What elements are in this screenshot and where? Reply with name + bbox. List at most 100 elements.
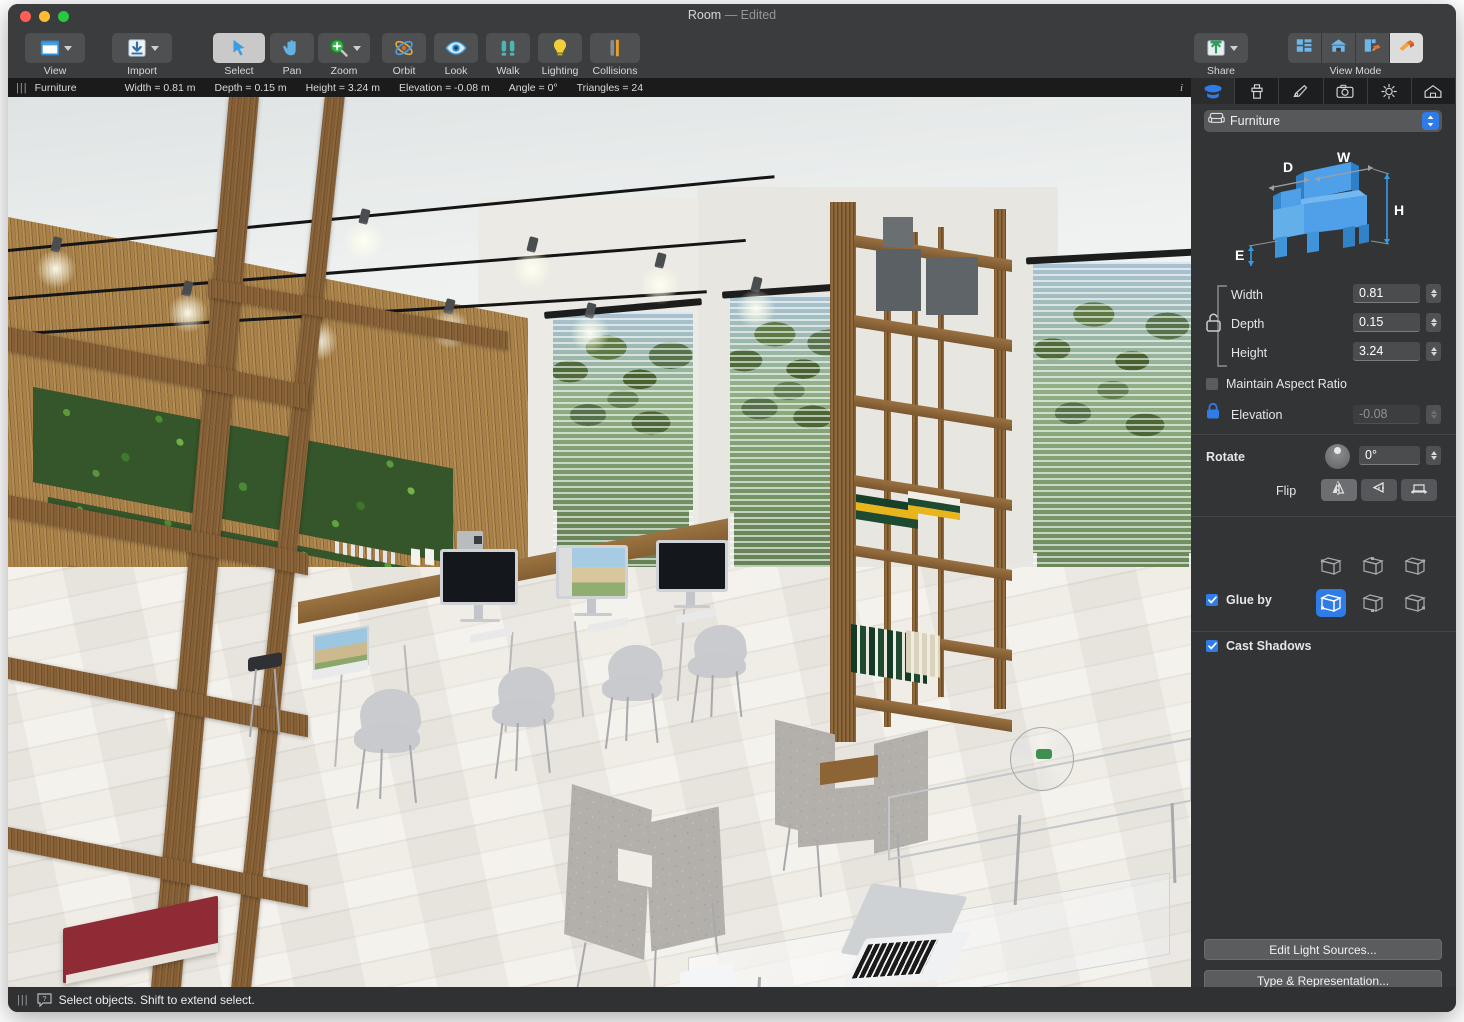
monitor-screen-sidebar [559, 548, 572, 596]
toolbar-item-view[interactable]: View [25, 33, 85, 77]
diagram-label-depth: D [1283, 159, 1293, 175]
chevron-down-icon[interactable] [151, 46, 159, 51]
maintain-aspect-ratio-row[interactable]: Maintain Aspect Ratio [1206, 373, 1347, 394]
toolbar-label-walk: Walk [497, 65, 520, 77]
view-mode-solid[interactable] [1322, 33, 1356, 63]
document-edited-state: Edited [741, 8, 776, 22]
view-mode-rendered[interactable] [1390, 33, 1423, 63]
category-popup-button[interactable]: Furniture [1204, 110, 1442, 132]
flip-vertical-icon [1370, 480, 1388, 501]
collisions-icon [604, 37, 626, 59]
glue-option-bottom-right[interactable] [1400, 589, 1430, 617]
height-stepper[interactable] [1426, 342, 1441, 361]
toolbar-item-import[interactable]: Import [112, 33, 172, 77]
glue-option-bottom-center[interactable] [1358, 589, 1388, 617]
toolbar-item-share[interactable]: Share [1194, 33, 1248, 77]
toolbar-item-collisions[interactable]: Collisions [590, 33, 640, 77]
flip-horizontal-button[interactable] [1321, 479, 1357, 501]
edit-light-sources-button[interactable]: Edit Light Sources... [1204, 939, 1442, 960]
category-popup-value: Furniture [1230, 114, 1280, 128]
monitor-3 [656, 540, 728, 592]
import-icon [126, 37, 148, 59]
elevation-field: -0.08 [1353, 405, 1420, 424]
separator [1191, 516, 1456, 517]
elevation-label: Elevation [1231, 408, 1282, 422]
depth-label: Depth [1231, 317, 1264, 331]
rotate-knob[interactable] [1325, 444, 1350, 469]
toolbar-item-zoom[interactable]: Zoom [318, 33, 370, 77]
elevation-row: Elevation [1231, 404, 1282, 425]
grip-icon[interactable]: ||| [16, 82, 28, 94]
toolbar-item-pan[interactable]: Pan [270, 33, 314, 77]
info-button[interactable]: i [1180, 82, 1183, 94]
info-field-width: Width = 0.81 m [125, 82, 196, 94]
rendered-icon [1397, 37, 1416, 59]
chevron-down-icon[interactable] [64, 46, 72, 51]
width-field[interactable]: 0.81 [1353, 284, 1420, 303]
tab-room[interactable] [1412, 78, 1456, 104]
tab-annotate[interactable] [1279, 78, 1323, 104]
chevron-down-icon[interactable] [353, 46, 361, 51]
chevron-down-icon[interactable] [1230, 46, 1238, 51]
cast-shadows-checkbox[interactable] [1206, 640, 1218, 652]
monitor-stand [686, 592, 695, 605]
monitor-stand [587, 599, 596, 613]
light-glow [570, 313, 610, 353]
selected-object-outline [828, 200, 1010, 745]
toolbar-label-lighting: Lighting [542, 65, 579, 77]
toolbar-item-lighting[interactable]: Lighting [538, 33, 582, 77]
height-label: Height [1231, 346, 1267, 360]
cursor-icon [228, 37, 250, 59]
dimension-row-width: Width [1231, 284, 1263, 305]
width-label: Width [1231, 288, 1263, 302]
toolbar-item-orbit[interactable]: Orbit [382, 33, 426, 77]
glue-by-row[interactable]: Glue by [1206, 589, 1272, 610]
glue-option-top-center[interactable] [1358, 552, 1388, 580]
view-mode-shaded[interactable] [1356, 33, 1390, 63]
popup-stepper-icon[interactable] [1422, 112, 1439, 130]
separator [1191, 631, 1456, 632]
tab-material[interactable] [1235, 78, 1279, 104]
furniture-dimension-diagram: D W H [1191, 138, 1456, 273]
maintain-aspect-ratio-checkbox[interactable] [1206, 378, 1218, 390]
glue-by-checkbox[interactable] [1206, 594, 1218, 606]
view-mode-wireframe[interactable] [1288, 33, 1322, 63]
maintain-aspect-ratio-label: Maintain Aspect Ratio [1226, 377, 1347, 391]
solid-icon [1329, 37, 1348, 59]
diagram-label-height: H [1394, 202, 1404, 218]
cast-shadows-row[interactable]: Cast Shadows [1206, 635, 1311, 656]
object-icon [1203, 83, 1223, 100]
rotate-field[interactable]: 0° [1359, 446, 1420, 465]
paper-cup-1 [411, 548, 420, 565]
magnifier-plus-icon [328, 37, 350, 59]
glue-option-bottom-left[interactable] [1316, 589, 1346, 617]
diagram-label-elevation: E [1235, 247, 1244, 263]
toolbar-label-share: Share [1207, 65, 1235, 77]
inspector-tab-bar [1191, 78, 1456, 104]
depth-stepper[interactable] [1426, 313, 1441, 332]
toolbar-item-look[interactable]: Look [434, 33, 478, 77]
app-window: Room — Edited View [8, 4, 1456, 1012]
flip-vertical-button[interactable] [1361, 479, 1397, 501]
toolbar-label-select: Select [224, 65, 253, 77]
3d-viewport[interactable] [8, 97, 1191, 987]
tab-lighting[interactable] [1368, 78, 1412, 104]
flip-depth-button[interactable] [1401, 479, 1437, 501]
document-name: Room [688, 8, 721, 22]
height-field[interactable]: 3.24 [1353, 342, 1420, 361]
tab-camera[interactable] [1324, 78, 1368, 104]
svg-text:?: ? [42, 994, 46, 1003]
depth-field[interactable]: 0.15 [1353, 313, 1420, 332]
grip-icon[interactable]: ||| [17, 994, 29, 1006]
glue-option-top-left[interactable] [1316, 552, 1346, 580]
toolbar-item-select[interactable]: Select [213, 33, 265, 77]
rotate-stepper[interactable] [1426, 446, 1441, 465]
glue-option-top-right[interactable] [1400, 552, 1430, 580]
help-icon[interactable]: ? [37, 993, 52, 1007]
elevation-stepper [1426, 405, 1441, 424]
tab-object[interactable] [1191, 78, 1235, 104]
paper-cup-2 [425, 548, 434, 565]
toolbar-item-walk[interactable]: Walk [486, 33, 530, 77]
width-stepper[interactable] [1426, 284, 1441, 303]
lock-icon[interactable] [1206, 403, 1220, 424]
